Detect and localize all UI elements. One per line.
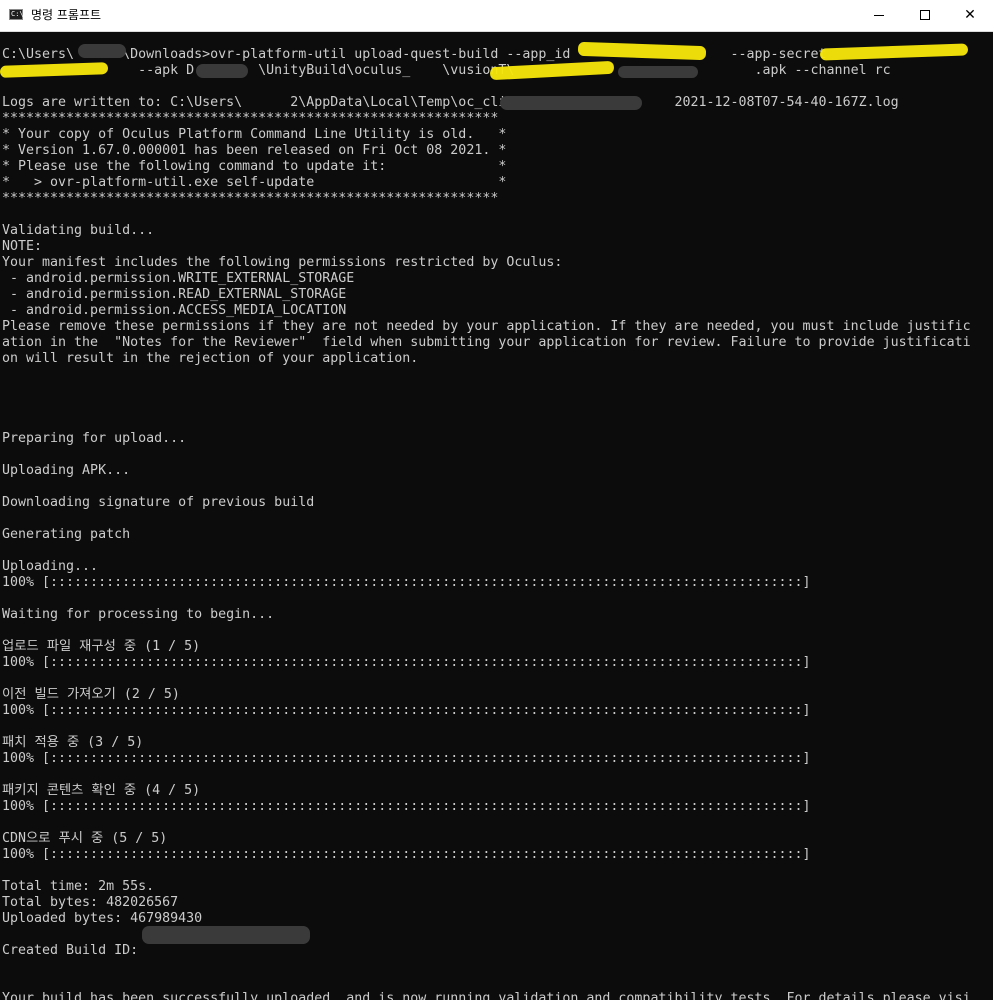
- console-line: Your manifest includes the following per…: [2, 255, 563, 270]
- console-line: Preparing for upload...: [2, 431, 187, 446]
- console-line: 100% [::::::::::::::::::::::::::::::::::…: [2, 751, 811, 766]
- console-line: Uploaded bytes: 467989430: [2, 911, 203, 926]
- console-line: 패치 적용 중 (3 / 5): [2, 735, 144, 750]
- cmd-app-icon[interactable]: C:\: [9, 9, 24, 20]
- console-line: - android.permission.ACCESS_MEDIA_LOCATI…: [2, 303, 347, 318]
- console-line: NOTE:: [2, 239, 43, 254]
- console-line: * > ovr-platform-util.exe self-update *: [2, 175, 507, 190]
- console-line: * Version 1.67.0.000001 has been release…: [2, 143, 507, 158]
- console-line: Total bytes: 482026567: [2, 895, 179, 910]
- console-output[interactable]: C:\Users\ \Downloads>ovr-platform-util u…: [0, 32, 993, 1000]
- maximize-icon: [920, 10, 930, 20]
- console-line: - android.permission.WRITE_EXTERNAL_STOR…: [2, 271, 355, 286]
- window-title: 명령 프롬프트: [31, 8, 102, 22]
- console-line: Uploading APK...: [2, 463, 131, 478]
- redaction-smudge: [142, 926, 310, 944]
- console-line: Created Build ID:: [2, 943, 139, 958]
- console-line: 패키지 콘텐츠 확인 중 (4 / 5): [2, 783, 201, 798]
- console-line: Total time: 2m 55s.: [2, 879, 155, 894]
- console-line: ****************************************…: [2, 191, 499, 206]
- close-icon: ✕: [964, 7, 976, 23]
- console-line: 100% [::::::::::::::::::::::::::::::::::…: [2, 799, 811, 814]
- console-line: Generating patch: [2, 527, 131, 542]
- console-line: Logs are written to: C:\Users\ 2\AppData…: [2, 95, 899, 110]
- redaction-smudge: [196, 64, 248, 78]
- redaction-smudge: [78, 44, 126, 58]
- console-line: CDN으로 푸시 중 (5 / 5): [2, 831, 168, 846]
- cmd-icon-glyph: C:\: [11, 10, 24, 18]
- console-line: on will result in the rejection of your …: [2, 351, 419, 366]
- console-line: - android.permission.READ_EXTERNAL_STORA…: [2, 287, 347, 302]
- console-line: Uploading...: [2, 559, 99, 574]
- console-line: * Your copy of Oculus Platform Command L…: [2, 127, 507, 142]
- console-line: ****************************************…: [2, 111, 499, 126]
- redaction-smudge: [500, 96, 642, 110]
- command-prompt-window: C:\ 명령 프롬프트 ✕ C:\Users\ \Downloads>ovr-p…: [0, 0, 993, 1000]
- console-line: Validating build...: [2, 223, 155, 238]
- console-line: Waiting for processing to begin...: [2, 607, 275, 622]
- console-line: --apk D:\D \UnityBuild\oculus_ \vusionT\…: [2, 63, 891, 78]
- minimize-button[interactable]: [856, 0, 902, 31]
- redaction-smudge: [618, 66, 698, 78]
- console-line: 100% [::::::::::::::::::::::::::::::::::…: [2, 703, 811, 718]
- console-line: ation in the "Notes for the Reviewer" fi…: [2, 335, 971, 350]
- maximize-button[interactable]: [902, 0, 948, 31]
- console-line: 100% [::::::::::::::::::::::::::::::::::…: [2, 847, 811, 862]
- title-bar[interactable]: C:\ 명령 프롬프트 ✕: [0, 0, 993, 32]
- console-line: Downloading signature of previous build: [2, 495, 315, 510]
- console-line: 이전 빌드 가져오기 (2 / 5): [2, 687, 180, 702]
- minimize-icon: [874, 15, 884, 16]
- console-line: Please remove these permissions if they …: [2, 319, 971, 334]
- console-line: Your build has been successfully uploade…: [2, 991, 971, 1000]
- console-line: * Please use the following command to up…: [2, 159, 507, 174]
- console-line: 100% [::::::::::::::::::::::::::::::::::…: [2, 575, 811, 590]
- console-line: 100% [::::::::::::::::::::::::::::::::::…: [2, 655, 811, 670]
- close-button[interactable]: ✕: [947, 0, 993, 31]
- console-line: 업로드 파일 재구성 중 (1 / 5): [2, 639, 201, 654]
